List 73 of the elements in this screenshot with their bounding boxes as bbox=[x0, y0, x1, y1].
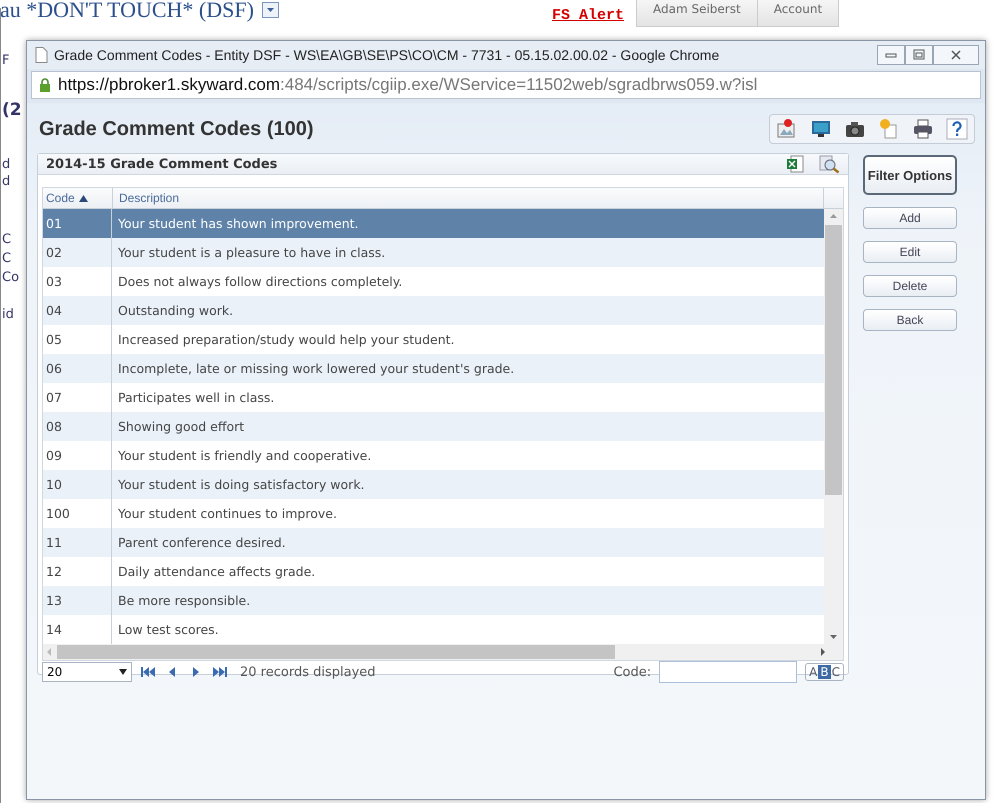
minimize-icon[interactable] bbox=[877, 45, 905, 65]
code-cell: 11 bbox=[43, 528, 112, 557]
window-title: Grade Comment Codes - Entity DSF - WS\EA\GB\SE\PS\CO\CM - 7731 - 05.15.02.00.02 - Google Chrome bbox=[54, 47, 720, 63]
page-size-select[interactable]: 20 bbox=[42, 662, 132, 682]
help-icon[interactable] bbox=[946, 118, 968, 140]
action-button[interactable]: Add bbox=[863, 207, 957, 229]
lock-icon bbox=[38, 77, 52, 93]
page-text-fragment: C bbox=[2, 232, 12, 247]
code-cell: 13 bbox=[43, 586, 112, 615]
filter-options-button[interactable]: Filter Options bbox=[863, 155, 957, 195]
alert-link[interactable]: FS Alert bbox=[552, 7, 624, 24]
description-cell-text: Your student is friendly and cooperative. bbox=[117, 448, 372, 463]
printer-icon[interactable] bbox=[912, 118, 934, 140]
page-text-fragment: C bbox=[2, 251, 12, 266]
monitor-icon[interactable] bbox=[810, 118, 832, 140]
page-title: au *DON'T TOUCH* (DSF) bbox=[0, 0, 254, 23]
first-page-icon[interactable] bbox=[140, 665, 156, 679]
dropdown-arrow-icon bbox=[119, 669, 127, 675]
maximize-icon[interactable] bbox=[905, 45, 933, 65]
code-cell: 08 bbox=[43, 412, 112, 441]
action-button[interactable]: Back bbox=[863, 309, 957, 331]
table-row[interactable]: 10 Your student is doing satisfactory work. bbox=[43, 470, 824, 499]
horizontal-scrollbar[interactable] bbox=[43, 644, 843, 660]
code-input-field[interactable] bbox=[659, 661, 798, 683]
code-cell: 10 bbox=[43, 470, 112, 499]
action-button[interactable]: Edit bbox=[863, 241, 957, 263]
user-name: Adam Seiberst bbox=[652, 1, 742, 18]
print-preview-icon[interactable] bbox=[818, 154, 840, 174]
description-cell-text: Your student continues to improve. bbox=[117, 506, 338, 521]
description-cell-text: Incomplete, late or missing work lowered your student's grade. bbox=[117, 361, 516, 376]
description-cell-text: Does not always follow directions completely. bbox=[117, 274, 404, 289]
column-header[interactable]: Description bbox=[113, 188, 824, 208]
page-text-fragment: id bbox=[2, 307, 14, 322]
vertical-scrollbar[interactable] bbox=[824, 209, 843, 644]
table-row[interactable]: 11 Parent conference desired. bbox=[43, 528, 824, 557]
close-icon[interactable] bbox=[933, 45, 979, 65]
table-row[interactable]: 13 Be more responsible. bbox=[43, 586, 824, 615]
description-cell-text: Outstanding work. bbox=[117, 303, 234, 318]
page-text-fragment: F bbox=[2, 53, 10, 68]
description-cell-text: Your student is doing satisfactory work. bbox=[117, 477, 366, 492]
page-text-fragment: (2 bbox=[2, 100, 22, 120]
panel-title: 2014-15 Grade Comment Codes bbox=[46, 156, 278, 172]
description-cell-text: Daily attendance affects grade. bbox=[117, 564, 316, 579]
description-cell-text: Participates well in class. bbox=[117, 390, 276, 405]
description-cell-text: Your student is a pleasure to have in class. bbox=[117, 245, 386, 260]
description-cell-text: Be more responsible. bbox=[117, 593, 252, 608]
description-cell-text: Parent conference desired. bbox=[117, 535, 287, 550]
table-row[interactable]: 04 Outstanding work. bbox=[43, 296, 824, 325]
spreadsheet-export-icon[interactable] bbox=[786, 155, 804, 173]
document-icon bbox=[35, 47, 48, 63]
address-bar[interactable]: https://pbroker1.skyward.com:484/scripts/cgiip.exe/WService=11502web/sgradbrws059.w?isl bbox=[31, 71, 981, 99]
table-row[interactable]: 08 Showing good effort bbox=[43, 412, 824, 441]
last-page-icon[interactable] bbox=[212, 665, 228, 679]
description-cell-text: Low test scores. bbox=[117, 622, 220, 637]
table-row[interactable]: 01 Your student has shown improvement. bbox=[43, 209, 824, 238]
column-header[interactable]: Code bbox=[43, 188, 113, 208]
code-cell: 04 bbox=[43, 296, 112, 325]
code-cell: 06 bbox=[43, 354, 112, 383]
description-cell-text: Showing good effort bbox=[117, 419, 246, 434]
account-link[interactable]: Account bbox=[756, 0, 838, 26]
description-cell-text: Increased preparation/study would help your student. bbox=[117, 332, 456, 347]
page-text-fragment: d bbox=[2, 174, 10, 189]
records-count: 20 records displayed bbox=[240, 664, 377, 680]
table-row[interactable]: 02 Your student is a pleasure to have in class. bbox=[43, 238, 824, 267]
page-heading: Grade Comment Codes (100) bbox=[38, 118, 315, 140]
table-row[interactable]: 06 Incomplete, late or missing work lowered your student's grade. bbox=[43, 354, 824, 383]
code-cell: 02 bbox=[43, 238, 112, 267]
page-text-fragment: Co bbox=[2, 270, 20, 285]
description-cell-text: Your student has shown improvement. bbox=[117, 216, 360, 231]
code-label: Code: bbox=[613, 664, 652, 680]
page-text-fragment: d bbox=[2, 157, 10, 172]
alphabet-search-button[interactable]: A B C bbox=[805, 663, 844, 681]
action-button[interactable]: Delete bbox=[863, 275, 957, 297]
